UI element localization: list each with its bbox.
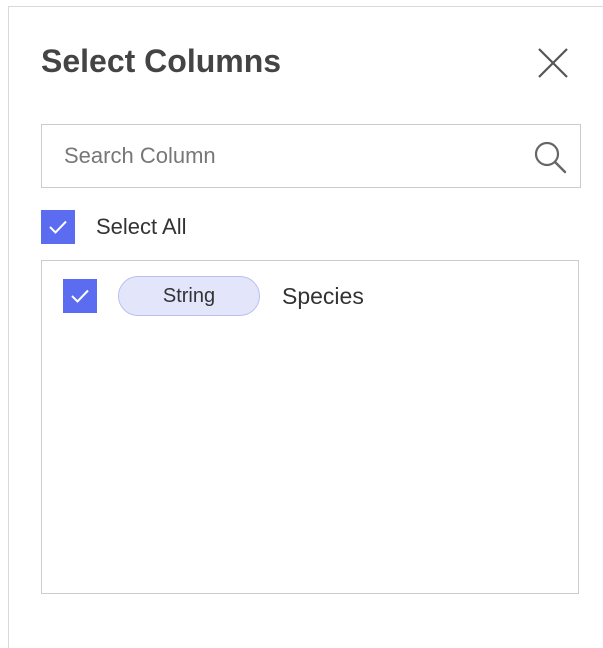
search-icon[interactable] <box>532 139 568 175</box>
select-all-label: Select All <box>96 214 187 239</box>
select-all-row[interactable]: Select All <box>41 209 187 245</box>
close-button[interactable] <box>533 43 573 83</box>
column-list: String Species <box>41 260 579 594</box>
column-checkbox[interactable] <box>63 279 97 313</box>
select-columns-panel: Select Columns Select All Strin <box>8 6 603 648</box>
column-type-badge: String <box>118 276 260 316</box>
list-item[interactable]: String Species <box>63 274 364 318</box>
column-name: Species <box>282 282 364 309</box>
search-input[interactable] <box>42 125 522 187</box>
checkmark-icon <box>49 220 67 234</box>
search-box <box>41 124 581 188</box>
panel-title: Select Columns <box>41 43 282 79</box>
select-all-checkbox[interactable] <box>41 210 75 244</box>
close-icon <box>538 48 568 78</box>
checkmark-icon <box>71 289 89 303</box>
